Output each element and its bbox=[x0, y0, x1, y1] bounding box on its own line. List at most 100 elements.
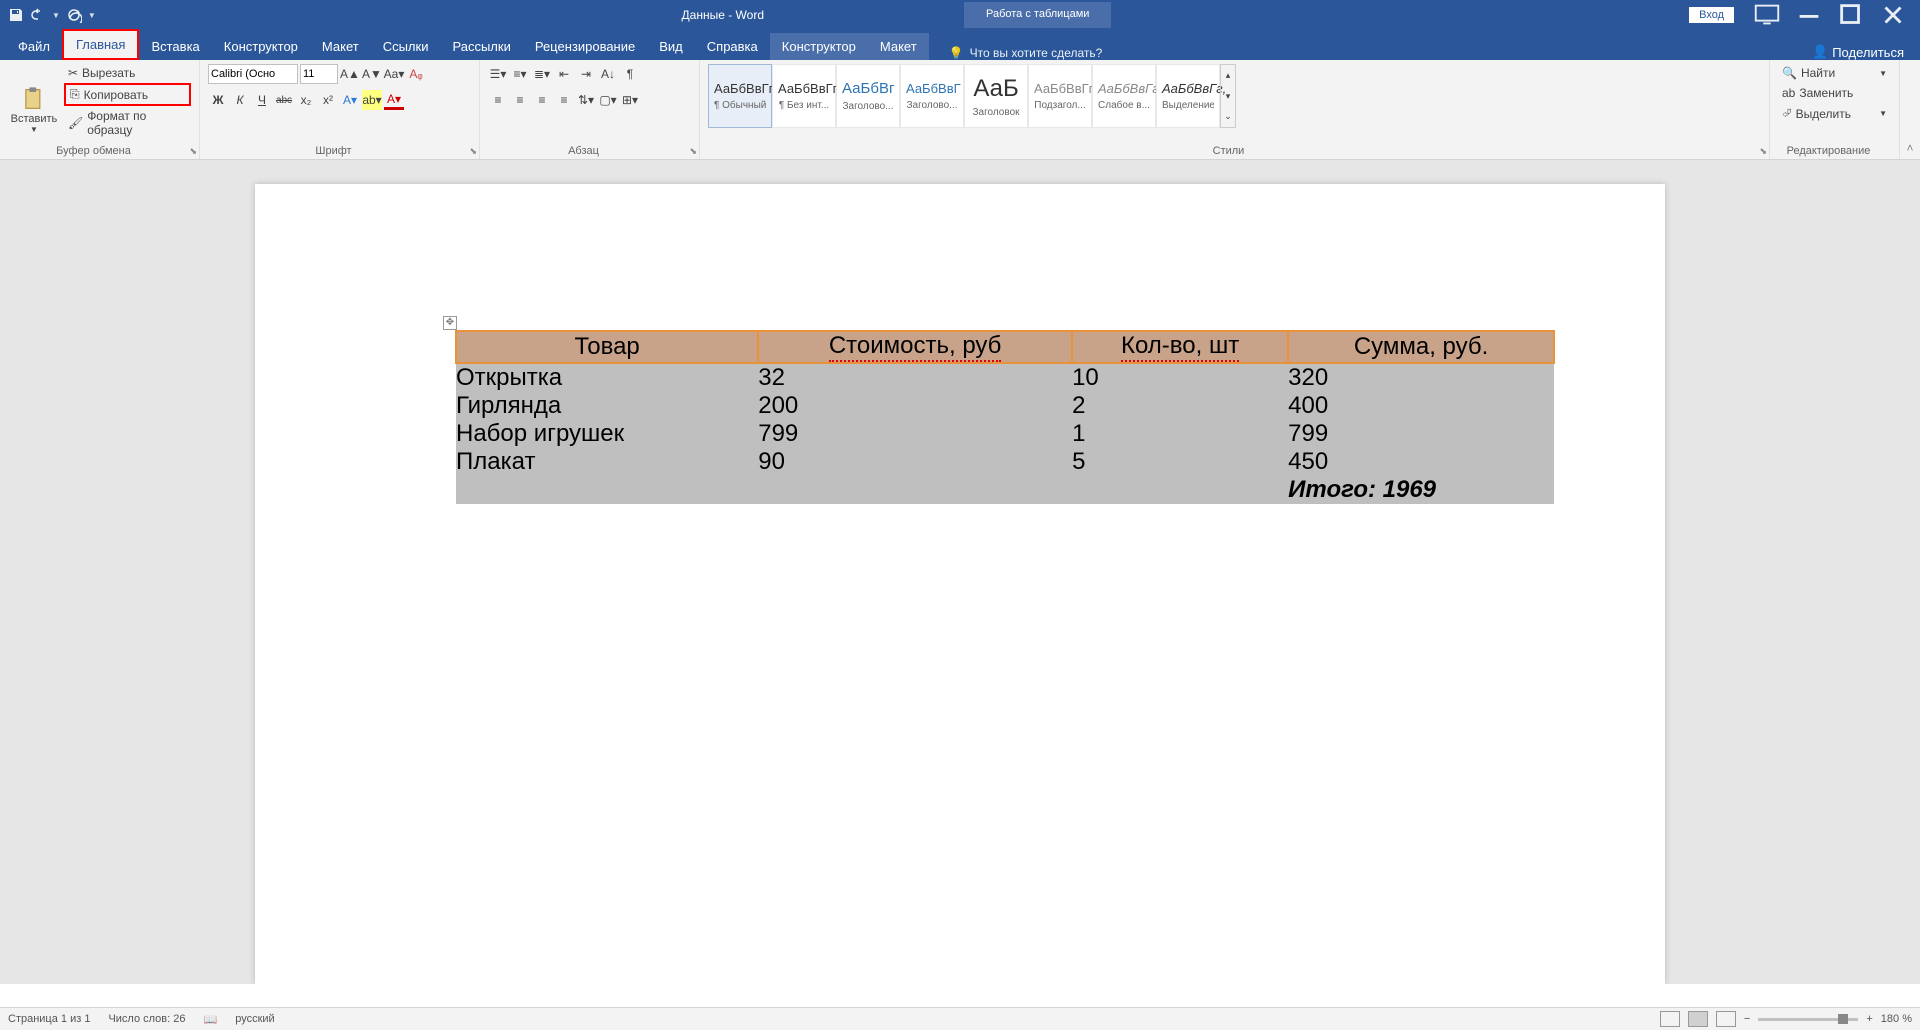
status-lang[interactable]: русский bbox=[235, 1013, 274, 1025]
table-cell[interactable]: 799 bbox=[758, 420, 1072, 448]
table-cell[interactable]: 5 bbox=[1072, 448, 1288, 476]
status-words[interactable]: Число слов: 26 bbox=[108, 1013, 185, 1025]
paragraph-launcher[interactable]: ⬊ bbox=[689, 146, 697, 157]
style-title[interactable]: АаБЗаголовок bbox=[964, 64, 1028, 128]
select-button[interactable]: ⮰Выделить▼ bbox=[1778, 104, 1891, 123]
display-mode-icon[interactable] bbox=[1748, 0, 1786, 30]
style-subtitle[interactable]: АаБбВвГг,Подзагол... bbox=[1028, 64, 1092, 128]
indent-right-icon[interactable]: ⇥ bbox=[576, 64, 596, 84]
grow-font-icon[interactable]: A▲ bbox=[340, 64, 360, 84]
tell-me[interactable]: 💡 Что вы хотите сделать? bbox=[949, 46, 1103, 60]
table-anchor-icon[interactable]: ✥ bbox=[443, 316, 457, 330]
borders-icon[interactable]: ⊞▾ bbox=[620, 90, 640, 110]
underline-button[interactable]: Ч bbox=[252, 90, 272, 110]
shrink-font-icon[interactable]: A▼ bbox=[362, 64, 382, 84]
status-page[interactable]: Страница 1 из 1 bbox=[8, 1013, 90, 1025]
styles-launcher[interactable]: ⬊ bbox=[1759, 146, 1767, 157]
login-button[interactable]: Вход bbox=[1689, 7, 1734, 23]
redo-icon[interactable] bbox=[66, 7, 82, 23]
show-marks-icon[interactable]: ¶ bbox=[620, 64, 640, 84]
tab-mailings[interactable]: Рассылки bbox=[440, 33, 522, 60]
th-qty[interactable]: Кол-во, шт bbox=[1072, 331, 1288, 363]
tab-references[interactable]: Ссылки bbox=[371, 33, 441, 60]
tab-table-design[interactable]: Конструктор bbox=[770, 33, 868, 60]
spellcheck-icon[interactable]: 📖 bbox=[204, 1013, 218, 1026]
align-right-icon[interactable]: ≡ bbox=[532, 90, 552, 110]
table-cell[interactable]: 400 bbox=[1288, 392, 1554, 420]
qat-more[interactable]: ▼ bbox=[88, 11, 96, 20]
read-mode-icon[interactable] bbox=[1660, 1011, 1680, 1027]
style-nospacing[interactable]: АаБбВвГг,¶ Без инт... bbox=[772, 64, 836, 128]
data-table[interactable]: Товар Стоимость, руб Кол-во, шт Сумма, р… bbox=[455, 330, 1555, 504]
style-emphasis[interactable]: АаБбВвГг,Выделение bbox=[1156, 64, 1220, 128]
style-heading1[interactable]: АаБбВгЗаголово... bbox=[836, 64, 900, 128]
align-center-icon[interactable]: ≡ bbox=[510, 90, 530, 110]
subscript-button[interactable]: x₂ bbox=[296, 90, 316, 110]
table-row[interactable]: Набор игрушек7991799 bbox=[456, 420, 1554, 448]
table-cell[interactable]: 320 bbox=[1288, 363, 1554, 392]
th-product[interactable]: Товар bbox=[456, 331, 758, 363]
font-size-select[interactable] bbox=[300, 64, 338, 84]
table-cell[interactable]: 450 bbox=[1288, 448, 1554, 476]
style-normal[interactable]: АаБбВвГг,¶ Обычный bbox=[708, 64, 772, 128]
clipboard-launcher[interactable]: ⬊ bbox=[189, 146, 197, 157]
print-layout-icon[interactable] bbox=[1688, 1011, 1708, 1027]
undo-dropdown[interactable]: ▼ bbox=[52, 11, 60, 20]
tab-view[interactable]: Вид bbox=[647, 33, 695, 60]
table-cell[interactable]: 1 bbox=[1072, 420, 1288, 448]
paste-button[interactable]: Вставить ▼ bbox=[8, 64, 60, 155]
gallery-scroll[interactable]: ▴▾⌄ bbox=[1220, 64, 1236, 128]
table-cell[interactable]: 799 bbox=[1288, 420, 1554, 448]
th-sum[interactable]: Сумма, руб. bbox=[1288, 331, 1554, 363]
numbering-icon[interactable]: ≡▾ bbox=[510, 64, 530, 84]
table-row[interactable]: Гирлянда2002400 bbox=[456, 392, 1554, 420]
font-color-icon[interactable]: A▾ bbox=[384, 90, 404, 110]
align-left-icon[interactable]: ≡ bbox=[488, 90, 508, 110]
tab-file[interactable]: Файл bbox=[6, 33, 62, 60]
tab-design[interactable]: Конструктор bbox=[212, 33, 310, 60]
copy-button[interactable]: ⎘Копировать bbox=[64, 83, 191, 106]
tab-home[interactable]: Главная bbox=[62, 29, 139, 60]
style-subtle[interactable]: АаБбВвГг,Слабое в... bbox=[1092, 64, 1156, 128]
save-icon[interactable] bbox=[8, 7, 24, 23]
text-effects-icon[interactable]: A▾ bbox=[340, 90, 360, 110]
font-name-select[interactable] bbox=[208, 64, 298, 84]
total-row[interactable]: Итого: 1969 bbox=[456, 476, 1554, 504]
tab-insert[interactable]: Вставка bbox=[139, 33, 211, 60]
table-cell[interactable] bbox=[758, 476, 1072, 504]
clear-format-icon[interactable]: Aᵩ bbox=[406, 64, 426, 84]
font-launcher[interactable]: ⬊ bbox=[469, 146, 477, 157]
tab-help[interactable]: Справка bbox=[695, 33, 770, 60]
collapse-ribbon-icon[interactable]: ˄ bbox=[1900, 60, 1920, 159]
table-cell[interactable]: Набор игрушек bbox=[456, 420, 758, 448]
table-cell[interactable]: 2 bbox=[1072, 392, 1288, 420]
tab-review[interactable]: Рецензирование bbox=[523, 33, 647, 60]
web-layout-icon[interactable] bbox=[1716, 1011, 1736, 1027]
bold-button[interactable]: Ж bbox=[208, 90, 228, 110]
minimize-icon[interactable] bbox=[1790, 0, 1828, 30]
multilevel-icon[interactable]: ≣▾ bbox=[532, 64, 552, 84]
tab-layout[interactable]: Макет bbox=[310, 33, 371, 60]
styles-gallery[interactable]: АаБбВвГг,¶ Обычный АаБбВвГг,¶ Без инт...… bbox=[708, 64, 1236, 155]
line-spacing-icon[interactable]: ⇅▾ bbox=[576, 90, 596, 110]
th-cost[interactable]: Стоимость, руб bbox=[758, 331, 1072, 363]
indent-left-icon[interactable]: ⇤ bbox=[554, 64, 574, 84]
cut-button[interactable]: ✂Вырезать bbox=[64, 64, 191, 82]
superscript-button[interactable]: x² bbox=[318, 90, 338, 110]
style-heading2[interactable]: АаБбВвГЗаголово... bbox=[900, 64, 964, 128]
table-cell[interactable]: 90 bbox=[758, 448, 1072, 476]
highlight-icon[interactable]: ab▾ bbox=[362, 90, 382, 110]
document-area[interactable]: ✥ Товар Стоимость, руб Кол-во, шт Сумма,… bbox=[0, 160, 1920, 984]
format-painter-button[interactable]: 🖌Формат по образцу bbox=[64, 107, 191, 139]
zoom-out-icon[interactable]: − bbox=[1744, 1013, 1750, 1025]
zoom-slider[interactable] bbox=[1758, 1018, 1858, 1021]
table-cell[interactable]: Плакат bbox=[456, 448, 758, 476]
table-cell[interactable]: Открытка bbox=[456, 363, 758, 392]
replace-button[interactable]: abЗаменить bbox=[1778, 84, 1891, 102]
table-cell[interactable]: Гирлянда bbox=[456, 392, 758, 420]
justify-icon[interactable]: ≡ bbox=[554, 90, 574, 110]
bullets-icon[interactable]: ☰▾ bbox=[488, 64, 508, 84]
table-cell[interactable] bbox=[456, 476, 758, 504]
shading-icon[interactable]: ▢▾ bbox=[598, 90, 618, 110]
close-icon[interactable] bbox=[1874, 0, 1912, 30]
